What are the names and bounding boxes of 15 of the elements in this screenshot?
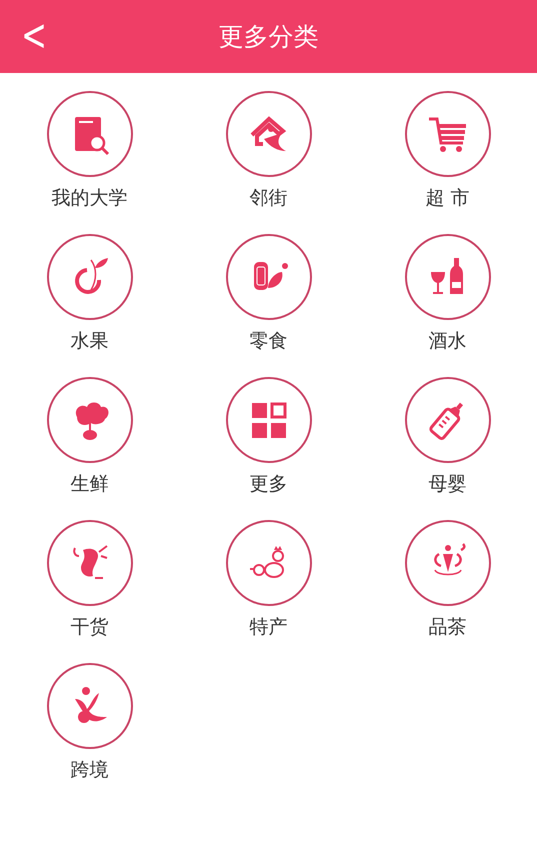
page-title: 更多分类 (218, 21, 318, 53)
category-label: 我的大学 (52, 186, 128, 210)
back-button[interactable]: < (18, 12, 50, 60)
category-label: 水果 (70, 329, 108, 353)
category-label: 更多 (250, 472, 288, 496)
category-label: 邻街 (250, 186, 288, 210)
category-label: 超 市 (425, 186, 470, 210)
category-label: 生鲜 (70, 472, 108, 496)
category-label: 酒水 (428, 329, 466, 353)
category-label: 跨境 (70, 758, 108, 782)
category-label: 品茶 (428, 615, 466, 639)
category-label: 特产 (250, 615, 288, 639)
category-label: 母婴 (428, 472, 466, 496)
category-label: 干货 (70, 615, 108, 639)
category-label: 零食 (250, 329, 288, 353)
